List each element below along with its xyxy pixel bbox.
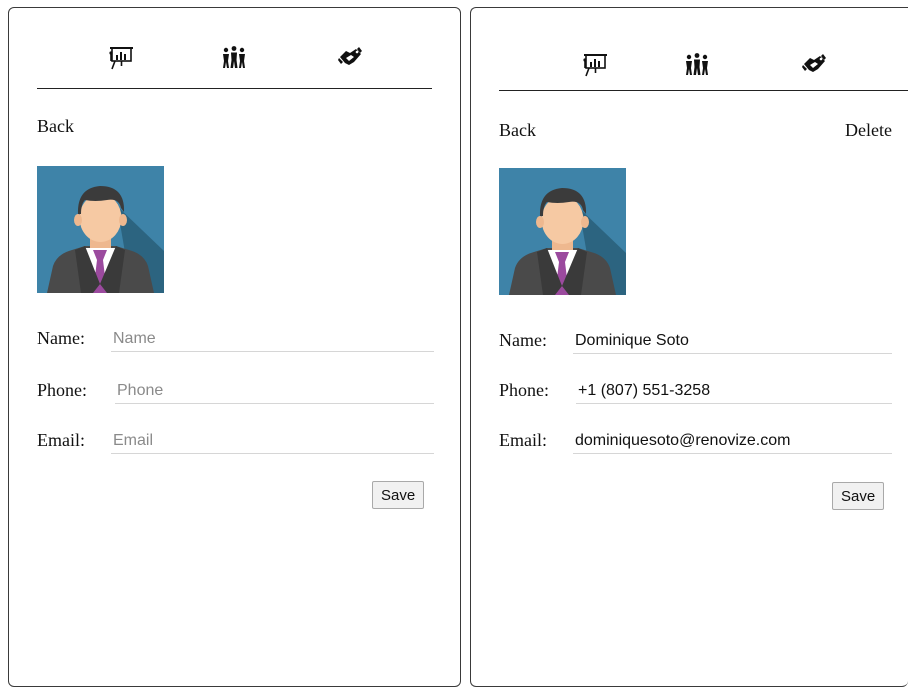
save-button[interactable]: Save [832, 482, 885, 510]
edit-contact-panel: Back Delete Name: Phone: Email: Save [470, 7, 908, 687]
email-row: Email: [37, 428, 434, 454]
phone-input[interactable] [115, 378, 434, 404]
handshake-icon[interactable] [337, 44, 363, 70]
phone-label: Phone: [37, 380, 88, 400]
email-label: Email: [37, 430, 85, 450]
email-input[interactable] [111, 428, 434, 454]
phone-label: Phone: [499, 380, 550, 400]
name-row: Name: [37, 326, 434, 352]
new-contact-panel: Back Name: Phone: Email: Save [8, 7, 461, 687]
team-group-icon[interactable] [684, 51, 710, 77]
delete-link[interactable]: Delete [845, 120, 892, 141]
name-label: Name: [499, 330, 547, 350]
back-link[interactable]: Back [37, 116, 74, 137]
back-link[interactable]: Back [499, 120, 536, 141]
handshake-icon[interactable] [801, 51, 827, 77]
presentation-chart-icon[interactable] [108, 44, 134, 70]
name-label: Name: [37, 328, 85, 348]
name-input[interactable] [573, 328, 892, 354]
top-nav [37, 44, 432, 89]
presentation-chart-icon[interactable] [582, 51, 608, 77]
avatar [499, 168, 626, 295]
name-input[interactable] [111, 326, 434, 352]
email-input[interactable] [573, 428, 892, 454]
team-group-icon[interactable] [221, 44, 247, 70]
phone-row: Phone: [37, 378, 434, 404]
email-row: Email: [499, 428, 892, 454]
save-button[interactable]: Save [372, 481, 425, 509]
email-label: Email: [499, 430, 547, 450]
top-nav [499, 48, 908, 91]
avatar [37, 166, 164, 293]
phone-input[interactable] [576, 378, 892, 404]
phone-row: Phone: [499, 378, 892, 404]
name-row: Name: [499, 328, 892, 354]
